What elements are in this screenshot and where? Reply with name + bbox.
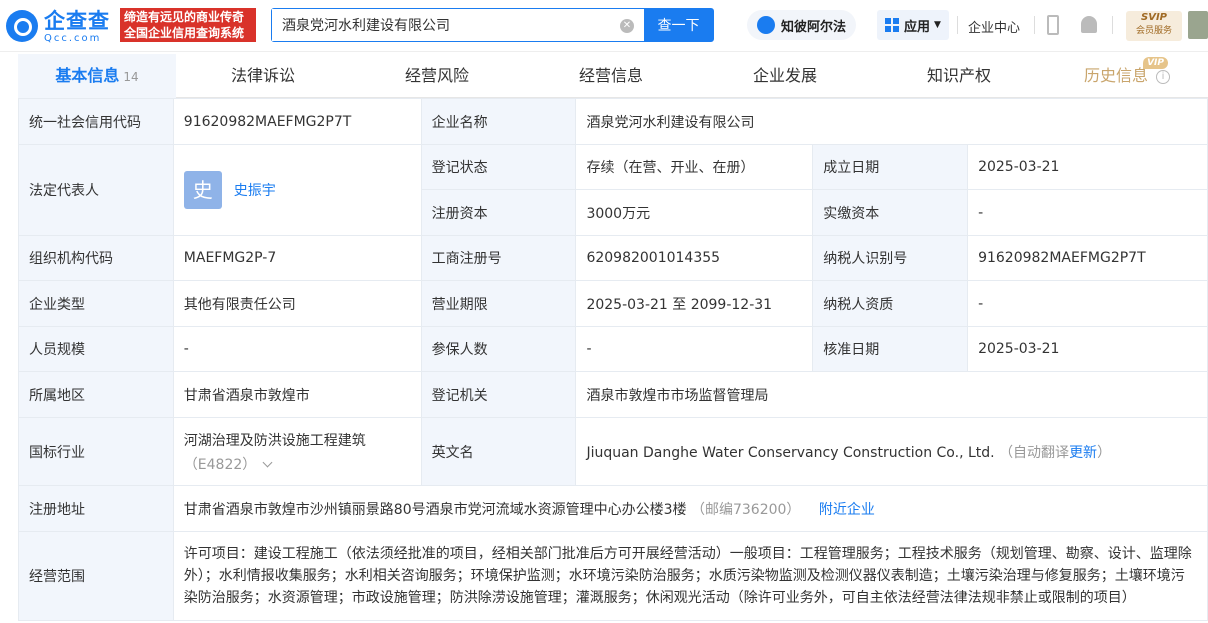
table-row: 组织机构代码 MAEFMG2P-7 工商注册号 620982001014355 …: [18, 235, 1208, 281]
basic-info-table: 统一社会信用代码 91620982MAEFMG2P7T 企业名称 酒泉党河水利建…: [18, 98, 1208, 621]
reg-capital-label: 注册资本: [420, 189, 577, 236]
org-code-label: 组织机构代码: [18, 235, 174, 281]
divider: [1112, 16, 1113, 34]
org-code-value: MAEFMG2P-7: [172, 235, 422, 281]
term-label: 营业期限: [420, 280, 577, 327]
biz-reg-no-label: 工商注册号: [420, 235, 577, 281]
grid-icon: [885, 18, 899, 32]
company-name-label: 企业名称: [420, 98, 577, 145]
user-avatar[interactable]: [1188, 11, 1208, 39]
phone-icon[interactable]: [1047, 15, 1059, 35]
clear-icon[interactable]: ✕: [620, 19, 634, 33]
qcc-logo[interactable]: 企查查 Qcc.com: [6, 7, 110, 45]
english-name-label: 英文名: [420, 417, 577, 486]
divider: [1034, 16, 1035, 34]
table-row: 人员规模 - 参保人数 - 核准日期 2025-03-21: [18, 326, 1208, 372]
slogan-banner: 缔造有远见的商业传奇 全国企业信用查询系统: [120, 8, 256, 42]
logo-en-text: Qcc.com: [44, 32, 102, 44]
reg-authority-value: 酒泉市敦煌市市场监督管理局: [575, 371, 1208, 418]
tab-risk[interactable]: 经营风险: [350, 54, 524, 98]
app-menu-button[interactable]: 应用 ▼: [877, 10, 949, 40]
divider: [957, 16, 958, 34]
alpha-pill[interactable]: 知彼阿尔法: [747, 10, 857, 40]
company-name-value: 酒泉党河水利建设有限公司: [575, 98, 1208, 145]
english-name-cell: Jiuquan Danghe Water Conservancy Constru…: [575, 417, 1208, 486]
legal-rep-cell: 史 史振宇: [172, 144, 422, 236]
table-row: 经营范围 许可项目：建设工程施工（依法须经批准的项目，经相关部门批准后方可开展经…: [18, 531, 1208, 621]
credit-code-value: 91620982MAEFMG2P7T: [172, 98, 422, 145]
region-label: 所属地区: [18, 371, 174, 418]
section-tabs: 基本信息 14 法律诉讼 经营风险 经营信息 企业发展 知识产权 历史信息 i VI…: [18, 54, 1208, 98]
tab-history[interactable]: 历史信息 i VIP: [1046, 54, 1208, 98]
paid-capital-value: -: [967, 189, 1208, 236]
enterprise-center-link[interactable]: 企业中心: [968, 17, 1020, 36]
reg-capital-value: 3000万元: [575, 189, 814, 236]
search-input[interactable]: [272, 9, 620, 41]
top-header: 企查查 Qcc.com 缔造有远见的商业传奇 全国企业信用查询系统 ✕ 查一下 …: [0, 0, 1208, 52]
taxpayer-qual-value: -: [967, 280, 1208, 327]
tab-legal[interactable]: 法律诉讼: [176, 54, 350, 98]
staff-size-value: -: [172, 326, 422, 372]
reg-authority-label: 登记机关: [420, 371, 577, 418]
alpha-icon: [757, 16, 775, 34]
logo-icon: [6, 10, 38, 42]
table-row: 企业类型 其他有限责任公司 营业期限 2025-03-21 至 2099-12-…: [18, 280, 1208, 327]
staff-size-label: 人员规模: [18, 326, 174, 372]
tab-development[interactable]: 企业发展: [698, 54, 872, 98]
scope-value: 许可项目：建设工程施工（依法须经批准的项目，经相关部门批准后方可开展经营活动）一…: [172, 531, 1208, 621]
table-row: 国标行业 河湖治理及防洪设施工程建筑 （E4822） 英文名 Jiuquan D…: [18, 417, 1208, 486]
legal-rep-avatar[interactable]: 史: [183, 171, 222, 209]
search-button[interactable]: 查一下: [644, 9, 713, 41]
address-cell: 甘肃省酒泉市敦煌市沙州镇丽景路80号酒泉市党河流域水资源管理中心办公楼3楼 （邮…: [172, 485, 1208, 532]
insured-label: 参保人数: [420, 326, 577, 372]
reg-status-label: 登记状态: [420, 144, 577, 190]
legal-rep-label: 法定代表人: [18, 144, 174, 236]
found-date-value: 2025-03-21: [967, 144, 1208, 190]
term-value: 2025-03-21 至 2099-12-31: [575, 280, 814, 327]
approval-date-value: 2025-03-21: [967, 326, 1208, 372]
industry-code-toggle[interactable]: （E4822）: [184, 454, 411, 474]
table-row: 法定代表人 史 史振宇 登记状态 存续（在营、开业、在册） 成立日期 2025-…: [18, 144, 1208, 236]
biz-reg-no-value: 620982001014355: [575, 235, 814, 281]
reg-status-value: 存续（在营、开业、在册）: [575, 144, 814, 190]
table-row: 所属地区 甘肃省酒泉市敦煌市 登记机关 酒泉市敦煌市市场监督管理局: [18, 371, 1208, 418]
legal-rep-link[interactable]: 史振宇: [234, 180, 276, 200]
scope-label: 经营范围: [18, 531, 174, 621]
tab-ip[interactable]: 知识产权: [872, 54, 1046, 98]
info-icon[interactable]: i: [1156, 69, 1170, 84]
paid-capital-label: 实缴资本: [812, 189, 969, 236]
vip-badge: VIP: [1143, 57, 1168, 69]
address-label: 注册地址: [18, 485, 174, 532]
search-bar: ✕ 查一下: [271, 8, 714, 42]
svip-button[interactable]: SVIP 会员服务: [1126, 11, 1182, 41]
tab-count: 14: [123, 70, 139, 84]
approval-date-label: 核准日期: [812, 326, 969, 372]
postcode: （邮编736200）: [690, 501, 801, 518]
taxpayer-qual-label: 纳税人资质: [812, 280, 969, 327]
table-row: 统一社会信用代码 91620982MAEFMG2P7T 企业名称 酒泉党河水利建…: [18, 98, 1208, 145]
table-row: 注册地址 甘肃省酒泉市敦煌市沙州镇丽景路80号酒泉市党河流域水资源管理中心办公楼…: [18, 485, 1208, 532]
credit-code-label: 统一社会信用代码: [18, 98, 174, 145]
region-value: 甘肃省酒泉市敦煌市: [172, 371, 422, 418]
industry-label: 国标行业: [18, 417, 174, 486]
taxpayer-id-label: 纳税人识别号: [812, 235, 969, 281]
update-link[interactable]: 更新: [1069, 445, 1097, 461]
nearby-companies-link[interactable]: 附近企业: [819, 502, 875, 518]
auto-translate-note: （自动翻译: [999, 444, 1070, 461]
tab-operations[interactable]: 经营信息: [524, 54, 698, 98]
industry-cell: 河湖治理及防洪设施工程建筑 （E4822）: [172, 417, 422, 486]
company-type-label: 企业类型: [18, 280, 174, 327]
address-value: 甘肃省酒泉市敦煌市沙州镇丽景路80号酒泉市党河流域水资源管理中心办公楼3楼: [183, 501, 687, 518]
insured-value: -: [575, 326, 814, 372]
english-name-value: Jiuquan Danghe Water Conservancy Constru…: [586, 444, 995, 461]
bell-icon[interactable]: [1081, 16, 1097, 33]
found-date-label: 成立日期: [812, 144, 969, 190]
logo-cn-text: 企查查: [44, 8, 110, 33]
chevron-down-icon: [262, 457, 273, 467]
caret-down-icon: ▼: [934, 20, 941, 30]
tab-basic-info[interactable]: 基本信息 14: [18, 54, 176, 98]
company-type-value: 其他有限责任公司: [172, 280, 422, 327]
taxpayer-id-value: 91620982MAEFMG2P7T: [967, 235, 1208, 281]
industry-value: 河湖治理及防洪设施工程建筑: [183, 432, 366, 449]
